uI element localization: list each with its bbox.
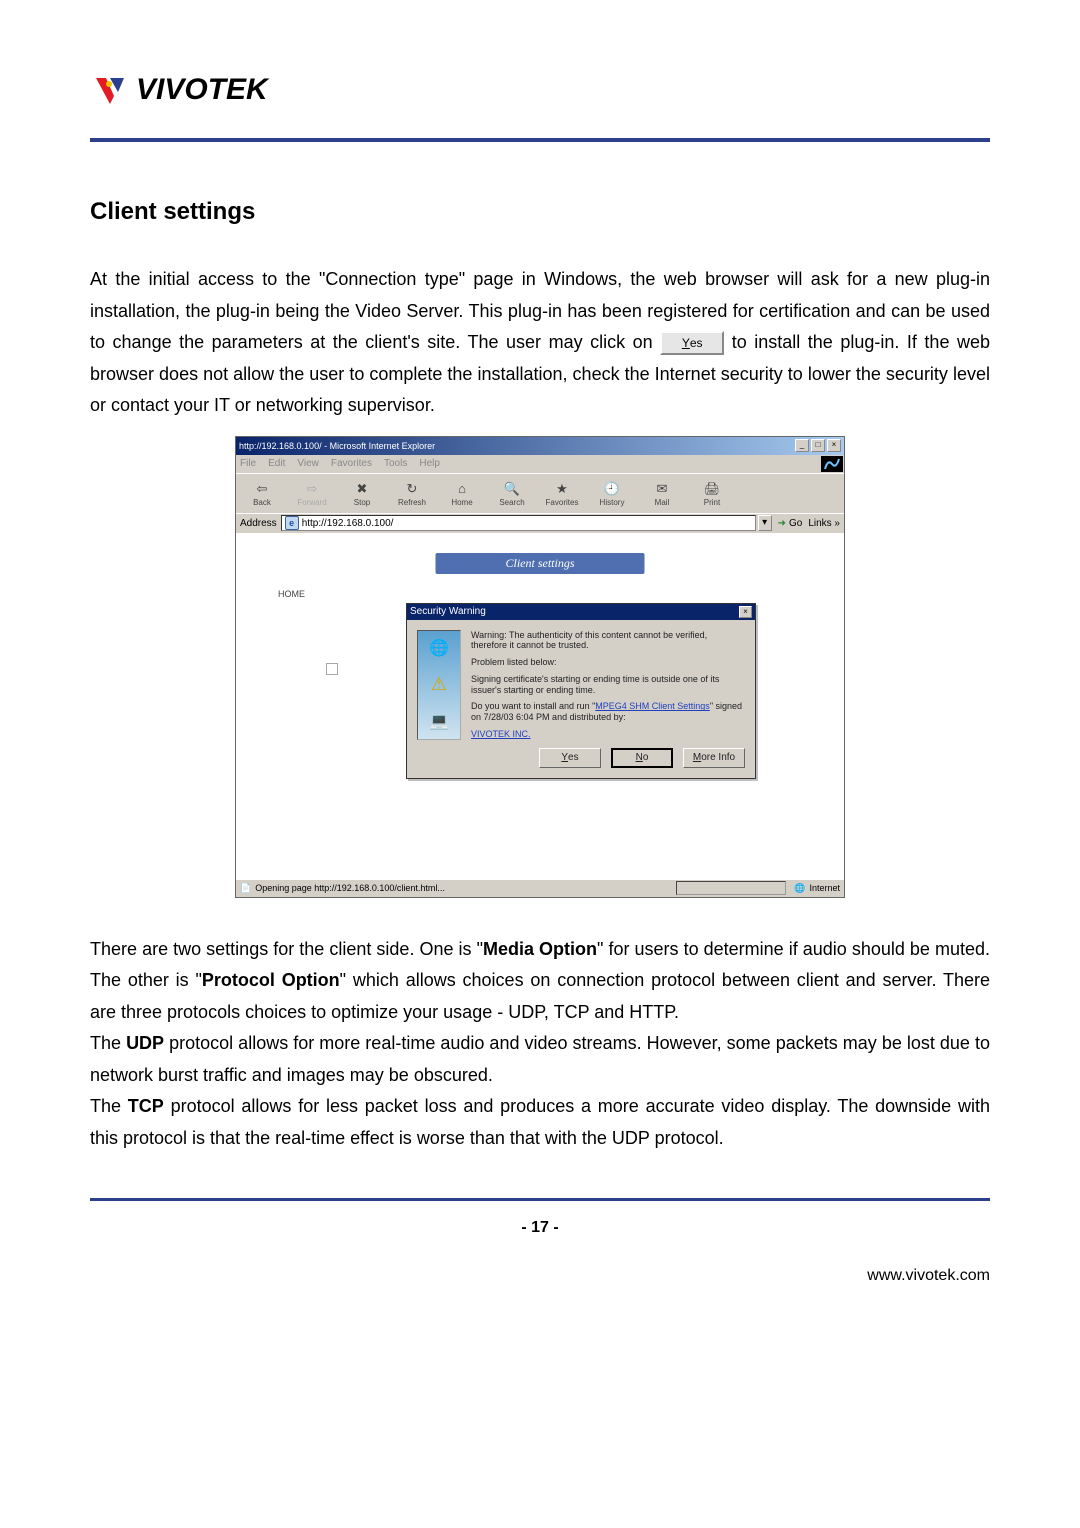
- home-icon: ⌂: [453, 480, 471, 498]
- address-input[interactable]: e http://192.168.0.100/: [281, 515, 756, 531]
- footer-rule: [90, 1198, 990, 1201]
- minimize-icon[interactable]: _: [795, 439, 809, 452]
- dialog-no-button[interactable]: No: [611, 748, 673, 768]
- favorites-button[interactable]: ★Favorites: [542, 480, 582, 507]
- dialog-install-link[interactable]: MPEG4 SHM Client Settings: [595, 701, 710, 711]
- forward-button: ⇨Forward: [292, 480, 332, 507]
- header-rule: [90, 138, 990, 142]
- status-zone: Internet: [809, 883, 840, 893]
- back-button[interactable]: ⇦Back: [242, 480, 282, 507]
- ie-page-icon: e: [285, 516, 299, 530]
- menu-tools[interactable]: Tools: [384, 458, 407, 469]
- ie-status-bar: 📄 Opening page http://192.168.0.100/clie…: [236, 879, 844, 897]
- menu-file[interactable]: File: [240, 458, 256, 469]
- stop-icon: ✖: [353, 480, 371, 498]
- refresh-button[interactable]: ↻Refresh: [392, 480, 432, 507]
- address-label: Address: [240, 518, 277, 529]
- dialog-graphic: 🌐 ⚠ 💻: [417, 630, 461, 740]
- ie-window-title: http://192.168.0.100/ - Microsoft Intern…: [239, 441, 435, 451]
- dialog-warning: Warning: The authenticity of this conten…: [471, 630, 745, 652]
- address-value: http://192.168.0.100/: [302, 518, 394, 529]
- yes-button-rest: es: [690, 333, 703, 354]
- dialog-cert: Signing certificate's starting or ending…: [471, 674, 745, 696]
- favorites-icon: ★: [553, 480, 571, 498]
- yes-button-inline[interactable]: Yes: [660, 331, 724, 355]
- dialog-problem: Problem listed below:: [471, 657, 745, 668]
- search-button[interactable]: 🔍Search: [492, 480, 532, 507]
- intro-paragraph: At the initial access to the "Connection…: [90, 264, 990, 422]
- section-title: Client settings: [90, 198, 990, 226]
- ie-address-bar: Address e http://192.168.0.100/ ▾ ➜Go Li…: [236, 513, 844, 533]
- logo: VIVOTEK: [90, 70, 990, 110]
- menu-edit[interactable]: Edit: [268, 458, 285, 469]
- back-icon: ⇦: [253, 480, 271, 498]
- placeholder-box: [326, 663, 338, 675]
- logo-mark-icon: [90, 70, 130, 110]
- protocol-option-bold: Protocol Option: [202, 970, 340, 990]
- internet-zone-icon: 🌐: [794, 883, 805, 894]
- refresh-icon: ↻: [403, 480, 421, 498]
- ie-viewport: Client settings HOME Security Warning × …: [236, 533, 844, 879]
- close-icon[interactable]: ×: [827, 439, 841, 452]
- ie-toolbar: ⇦Back ⇨Forward ✖Stop ↻Refresh ⌂Home 🔍Sea…: [236, 473, 844, 513]
- ie-throbber-icon: [821, 456, 843, 472]
- dialog-more-button[interactable]: More Info: [683, 748, 745, 768]
- client-settings-banner: Client settings: [436, 553, 645, 574]
- maximize-icon[interactable]: □: [811, 439, 825, 452]
- menu-view[interactable]: View: [297, 458, 319, 469]
- media-option-bold: Media Option: [483, 939, 597, 959]
- status-page-icon: 📄: [240, 883, 251, 894]
- home-link[interactable]: HOME: [278, 589, 305, 599]
- mail-button[interactable]: ✉Mail: [642, 480, 682, 507]
- ie-screenshot: http://192.168.0.100/ - Microsoft Intern…: [235, 436, 845, 898]
- dialog-text: Warning: The authenticity of this conten…: [471, 630, 745, 768]
- dialog-install: Do you want to install and run "MPEG4 SH…: [471, 701, 745, 723]
- history-button[interactable]: 🕘History: [592, 480, 632, 507]
- page-number: - 17 -: [90, 1219, 990, 1237]
- links-label[interactable]: Links »: [808, 518, 840, 529]
- ie-menubar: File Edit View Favorites Tools Help: [236, 455, 844, 473]
- logo-text: VIVOTEK: [136, 73, 268, 107]
- home-button[interactable]: ⌂Home: [442, 480, 482, 507]
- footer-url: www.vivotek.com: [90, 1267, 990, 1285]
- dialog-titlebar: Security Warning ×: [407, 604, 755, 620]
- dialog-vendor-link[interactable]: VIVOTEK INC.: [471, 729, 531, 739]
- paragraph-options: There are two settings for the client si…: [90, 934, 990, 1029]
- status-text: Opening page http://192.168.0.100/client…: [255, 883, 445, 893]
- status-progress: [676, 881, 786, 895]
- search-icon: 🔍: [503, 480, 521, 498]
- stop-button[interactable]: ✖Stop: [342, 480, 382, 507]
- address-dropdown-icon[interactable]: ▾: [758, 515, 772, 531]
- menu-help[interactable]: Help: [419, 458, 440, 469]
- globe-icon: 🌐: [429, 638, 449, 658]
- history-icon: 🕘: [603, 480, 621, 498]
- forward-icon: ⇨: [303, 480, 321, 498]
- ie-titlebar: http://192.168.0.100/ - Microsoft Intern…: [236, 437, 844, 455]
- mail-icon: ✉: [653, 480, 671, 498]
- dialog-close-icon[interactable]: ×: [739, 606, 752, 618]
- go-button[interactable]: ➜Go: [778, 518, 803, 529]
- computer-icon: 💻: [429, 711, 449, 731]
- warning-icon: ⚠: [431, 674, 447, 695]
- print-icon: 🖨: [703, 480, 721, 498]
- go-icon: ➜: [778, 518, 786, 529]
- security-warning-dialog: Security Warning × 🌐 ⚠ 💻 Warning: The au…: [406, 603, 756, 779]
- dialog-title: Security Warning: [410, 606, 486, 617]
- menu-favorites[interactable]: Favorites: [331, 458, 372, 469]
- paragraph-tcp: The TCP protocol allows for less packet …: [90, 1091, 990, 1154]
- udp-bold: UDP: [126, 1033, 164, 1053]
- print-button[interactable]: 🖨Print: [692, 480, 732, 507]
- tcp-bold: TCP: [128, 1096, 164, 1116]
- paragraph-udp: The UDP protocol allows for more real-ti…: [90, 1028, 990, 1091]
- yes-button-underline: Y: [682, 333, 690, 354]
- dialog-yes-button[interactable]: Yes: [539, 748, 601, 768]
